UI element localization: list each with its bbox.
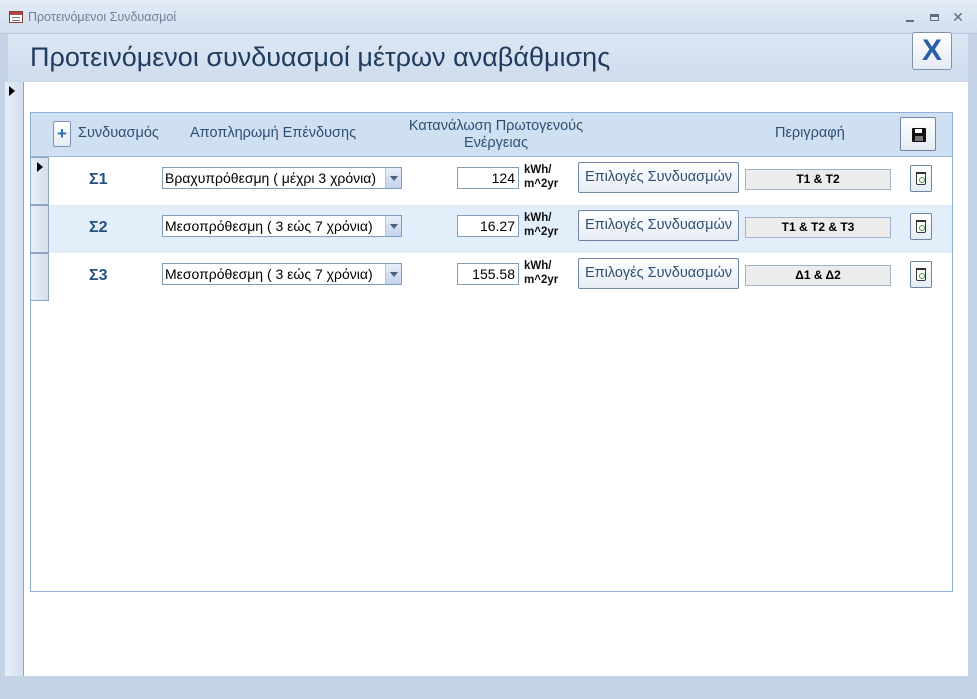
payback-select[interactable]: Μεσοπρόθεσμη ( 3 εώς 7 χρόνια) — [162, 263, 402, 285]
unit-line-2: m^2yr — [524, 226, 559, 238]
energy-field[interactable]: 155.58 — [457, 263, 519, 285]
payback-value: Μεσοπρόθεσμη ( 3 εώς 7 χρόνια) — [165, 266, 373, 282]
energy-unit: kWh/m^2yr — [524, 211, 558, 239]
unit-line-2: m^2yr — [524, 274, 559, 286]
combination-choices-button[interactable]: Επιλογές Συνδυασμών — [578, 162, 739, 193]
chevron-down-icon[interactable] — [385, 216, 401, 236]
combination-name: Σ1 — [89, 171, 108, 188]
maximize-icon — [929, 14, 939, 22]
description-field[interactable]: Δ1 & Δ2 — [745, 265, 891, 286]
combination-choices-button[interactable]: Επιλογές Συνδυασμών — [578, 258, 739, 289]
payback-select[interactable]: Βραχυπρόθεσμη ( μέχρι 3 χρόνια) — [162, 167, 402, 189]
column-header-primary-energy: Κατανάλωση Πρωτογενούς Ενέργειας — [408, 118, 584, 151]
payback-value: Βραχυπρόθεσμη ( μέχρι 3 χρόνια) — [165, 170, 377, 186]
description-field[interactable]: Τ1 & Τ2 — [745, 169, 891, 190]
unit-line-1: kWh/ — [524, 164, 552, 176]
unit-line-2: m^2yr — [524, 178, 559, 190]
combination-choices-button[interactable]: Επιλογές Συνδυασμών — [578, 210, 739, 241]
row-selector[interactable] — [31, 157, 49, 205]
window-close-button[interactable]: ✕ — [949, 8, 967, 26]
energy-field[interactable]: 124 — [457, 167, 519, 189]
page-title: Προτεινόμενοι συνδυασμοί μέτρων αναβάθμι… — [30, 42, 611, 72]
column-header-description: Περιγραφή — [775, 125, 845, 141]
delete-row-button[interactable] — [910, 165, 932, 192]
trash-icon — [916, 220, 926, 233]
payback-value: Μεσοπρόθεσμη ( 3 εώς 7 χρόνια) — [165, 218, 373, 234]
description-field[interactable]: Τ1 & Τ2 & Τ3 — [745, 217, 891, 238]
unit-line-1: kWh/ — [524, 260, 552, 272]
energy-unit: kWh/m^2yr — [524, 259, 558, 287]
payback-select[interactable]: Μεσοπρόθεσμη ( 3 εώς 7 χρόνια) — [162, 215, 402, 237]
window-bottom-border — [0, 676, 977, 699]
combination-name: Σ3 — [89, 267, 108, 284]
form-app-icon — [9, 11, 23, 23]
combination-name: Σ2 — [89, 219, 108, 236]
row-selector[interactable] — [31, 205, 49, 253]
save-button[interactable] — [900, 117, 936, 151]
minimize-icon — [906, 19, 914, 22]
table-row: Σ1 Βραχυπρόθεσμη ( μέχρι 3 χρόνια) 124 k… — [31, 157, 952, 205]
trash-icon — [916, 172, 926, 185]
unit-line-1: kWh/ — [524, 212, 552, 224]
window-title: Προτεινόμενοι Συνδυασμοί — [28, 10, 177, 24]
delete-row-button[interactable] — [910, 213, 932, 240]
table-row: Σ2 Μεσοπρόθεσμη ( 3 εώς 7 χρόνια) 16.27 … — [31, 205, 952, 253]
combinations-subform: + Συνδυασμός Αποπληρωμή Επένδυσης Κατανά… — [30, 112, 953, 592]
chevron-down-icon[interactable] — [385, 264, 401, 284]
window-titlebar: Προτεινόμενοι Συνδυασμοί ✕ — [0, 0, 977, 34]
energy-field[interactable]: 16.27 — [457, 215, 519, 237]
floppy-disk-icon — [912, 128, 926, 142]
current-record-arrow-icon — [9, 86, 15, 96]
energy-unit: kWh/m^2yr — [524, 163, 558, 191]
table-row: Σ3 Μεσοπρόθεσμη ( 3 εώς 7 χρόνια) 155.58… — [31, 253, 952, 301]
add-combination-button[interactable]: + — [53, 121, 71, 147]
form-header: Προτεινόμενοι συνδυασμοί μέτρων αναβάθμι… — [8, 32, 968, 82]
subform-header: + Συνδυασμός Αποπληρωμή Επένδυσης Κατανά… — [31, 113, 952, 157]
close-form-button[interactable]: X — [912, 32, 952, 70]
main-record-selector[interactable] — [5, 82, 24, 676]
row-selector[interactable] — [31, 253, 49, 301]
trash-icon — [916, 268, 926, 281]
chevron-down-icon[interactable] — [385, 168, 401, 188]
column-header-payback: Αποπληρωμή Επένδυσης — [190, 125, 357, 141]
delete-row-button[interactable] — [910, 261, 932, 288]
column-header-combination: Συνδυασμός — [78, 125, 159, 141]
maximize-button[interactable] — [925, 8, 943, 26]
minimize-button[interactable] — [901, 8, 919, 26]
